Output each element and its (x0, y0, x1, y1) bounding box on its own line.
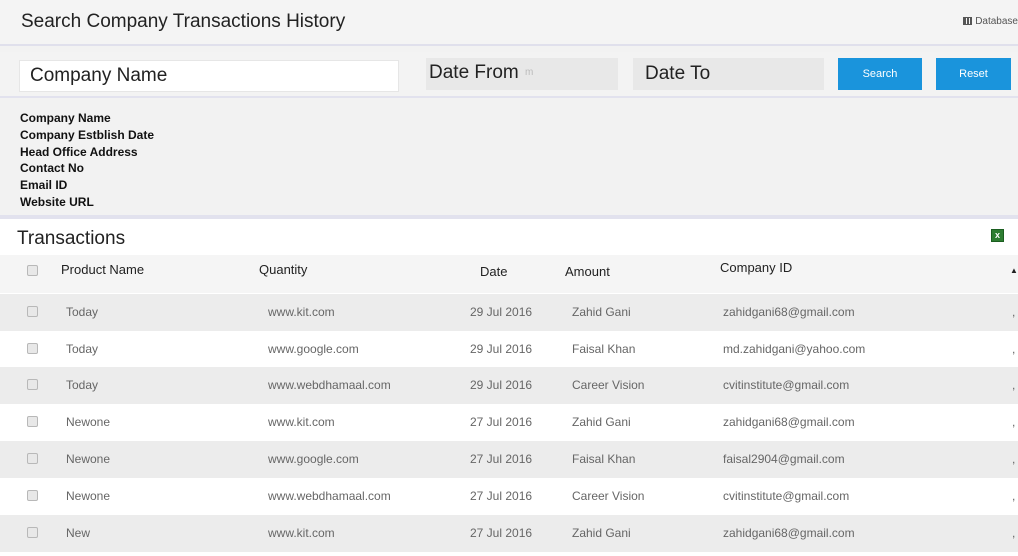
cell-extra: , (1012, 342, 1016, 356)
cell-quantity: www.webdhamaal.com (268, 378, 391, 392)
cell-extra: , (1012, 489, 1016, 503)
cell-extra: , (1012, 452, 1016, 466)
column-header-amount[interactable]: Amount (565, 264, 610, 279)
cell-product: Today (66, 342, 99, 356)
detail-establish-date: Company Estblish Date (20, 127, 155, 142)
cell-amount: Career Vision (572, 378, 645, 392)
detail-contact-no: Contact No (20, 161, 84, 176)
company-name-input[interactable]: Company Name (19, 60, 399, 92)
column-header-quantity[interactable]: Quantity (259, 262, 307, 277)
cell-date: 27 Jul 2016 (470, 415, 533, 429)
detail-company-name: Company Name (20, 111, 111, 125)
cell-company-id: zahidgani68@gmail.com (723, 415, 855, 429)
row-checkbox[interactable] (27, 306, 38, 320)
database-label: Database (975, 16, 1018, 27)
table-row[interactable]: Today www.webdhamaal.com 29 Jul 2016 Car… (0, 367, 1018, 404)
cell-company-id: cvitinstitute@gmail.com (723, 378, 850, 392)
column-header-date[interactable]: Date (480, 264, 507, 279)
column-header-company-id[interactable]: Company ID (720, 260, 792, 275)
cell-product: Newone (66, 415, 111, 429)
select-all-checkbox[interactable] (27, 264, 38, 279)
cell-quantity: www.google.com (268, 452, 359, 466)
cell-product: New (66, 526, 91, 540)
database-icon (963, 17, 973, 25)
table-row[interactable]: New www.kit.com 27 Jul 2016 Zahid Gani z… (0, 515, 1018, 552)
row-checkbox[interactable] (27, 490, 38, 504)
cell-date: 27 Jul 2016 (470, 526, 533, 540)
detail-website-url: Website URL (20, 194, 94, 209)
transactions-panel: Transactions x Product Name Quantity Dat… (0, 219, 1018, 556)
transactions-title: Transactions (17, 228, 126, 249)
cell-company-id: zahidgani68@gmail.com (723, 305, 855, 319)
page-title: Search Company Transactions History (21, 11, 346, 32)
detail-head-office: Head Office Address (20, 144, 138, 159)
cell-company-id: zahidgani68@gmail.com (723, 526, 855, 540)
cell-product: Today (66, 378, 99, 392)
cell-quantity: www.webdhamaal.com (268, 489, 391, 503)
cell-extra: , (1012, 305, 1016, 319)
database-link[interactable]: Database (963, 16, 1018, 27)
cell-company-id: md.zahidgani@yahoo.com (723, 342, 866, 356)
cell-amount: Zahid Gani (572, 526, 631, 540)
table-row[interactable]: Newone www.kit.com 27 Jul 2016 Zahid Gan… (0, 404, 1018, 441)
top-header: Search Company Transactions History Data… (0, 0, 1018, 46)
column-header-more-icon[interactable]: ▲ (1010, 266, 1018, 275)
cell-product: Newone (66, 452, 111, 466)
cell-extra: , (1012, 526, 1016, 540)
table-row[interactable]: Today www.kit.com 29 Jul 2016 Zahid Gani… (0, 294, 1018, 331)
cell-date: 27 Jul 2016 (470, 489, 533, 503)
cell-quantity: www.kit.com (268, 415, 335, 429)
row-checkbox[interactable] (27, 379, 38, 393)
date-from-label: Date From (429, 62, 519, 83)
cell-date: 27 Jul 2016 (470, 452, 533, 466)
cell-company-id: faisal2904@gmail.com (723, 452, 845, 466)
excel-export-icon[interactable]: x (991, 229, 1004, 242)
search-button[interactable]: Search (838, 58, 922, 90)
cell-quantity: www.kit.com (268, 305, 335, 319)
column-header-product[interactable]: Product Name (61, 262, 144, 277)
cell-quantity: www.kit.com (268, 526, 335, 540)
detail-email-id: Email ID (20, 178, 68, 193)
search-bar: Company Name Date From m Date To Search … (0, 52, 1018, 98)
cell-extra: , (1012, 415, 1016, 429)
cell-quantity: www.google.com (268, 342, 359, 356)
cell-amount: Career Vision (572, 489, 645, 503)
date-from-input[interactable]: Date From m (426, 58, 618, 90)
row-checkbox[interactable] (27, 343, 38, 357)
row-checkbox[interactable] (27, 453, 38, 467)
table-row[interactable]: Newone www.webdhamaal.com 27 Jul 2016 Ca… (0, 478, 1018, 515)
cell-company-id: cvitinstitute@gmail.com (723, 489, 850, 503)
cell-date: 29 Jul 2016 (470, 378, 533, 392)
cell-amount: Faisal Khan (572, 452, 636, 466)
date-to-input[interactable]: Date To (633, 58, 824, 90)
cell-amount: Zahid Gani (572, 305, 631, 319)
row-checkbox[interactable] (27, 527, 38, 541)
table-row[interactable]: Today www.google.com 29 Jul 2016 Faisal … (0, 331, 1018, 368)
row-checkbox[interactable] (27, 416, 38, 430)
company-details: Company Name Company Estblish Date Head … (20, 110, 154, 211)
cell-amount: Faisal Khan (572, 342, 636, 356)
cell-amount: Zahid Gani (572, 415, 631, 429)
cell-date: 29 Jul 2016 (470, 305, 533, 319)
table-row[interactable]: Newone www.google.com 27 Jul 2016 Faisal… (0, 441, 1018, 478)
reset-button[interactable]: Reset (936, 58, 1011, 90)
cell-extra: , (1012, 378, 1016, 392)
cell-product: Newone (66, 489, 111, 503)
table-header: Product Name Quantity Date Amount Compan… (0, 255, 1018, 293)
cell-product: Today (66, 305, 99, 319)
date-from-ghost-text: m (525, 67, 534, 78)
cell-date: 29 Jul 2016 (470, 342, 533, 356)
